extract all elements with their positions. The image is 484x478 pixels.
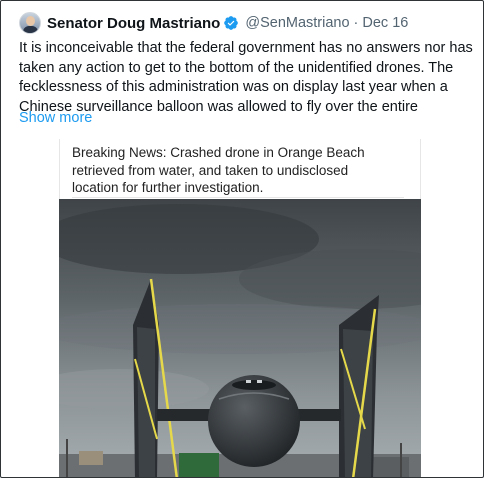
tweet-card[interactable]: Senator Doug Mastriano @SenMastriano · D… (0, 0, 484, 478)
author-handle[interactable]: @SenMastriano (245, 15, 349, 31)
tweet-text: It is inconceivable that the federal gov… (19, 40, 473, 115)
media-caption: Breaking News: Crashed drone in Orange B… (72, 145, 365, 195)
avatar[interactable] (19, 12, 41, 34)
tweet-header: Senator Doug Mastriano @SenMastriano · D… (19, 11, 408, 35)
show-more-link[interactable]: Show more (19, 110, 92, 126)
media-caption-box: Breaking News: Crashed drone in Orange B… (59, 139, 421, 199)
author-name[interactable]: Senator Doug Mastriano (47, 15, 220, 32)
drone-photo (59, 199, 421, 477)
tweet-media[interactable]: Breaking News: Crashed drone in Orange B… (59, 139, 421, 477)
caption-divider (72, 197, 404, 198)
separator-dot: · (353, 15, 359, 31)
tweet-date[interactable]: Dec 16 (362, 15, 408, 31)
verified-badge-icon (224, 16, 239, 30)
